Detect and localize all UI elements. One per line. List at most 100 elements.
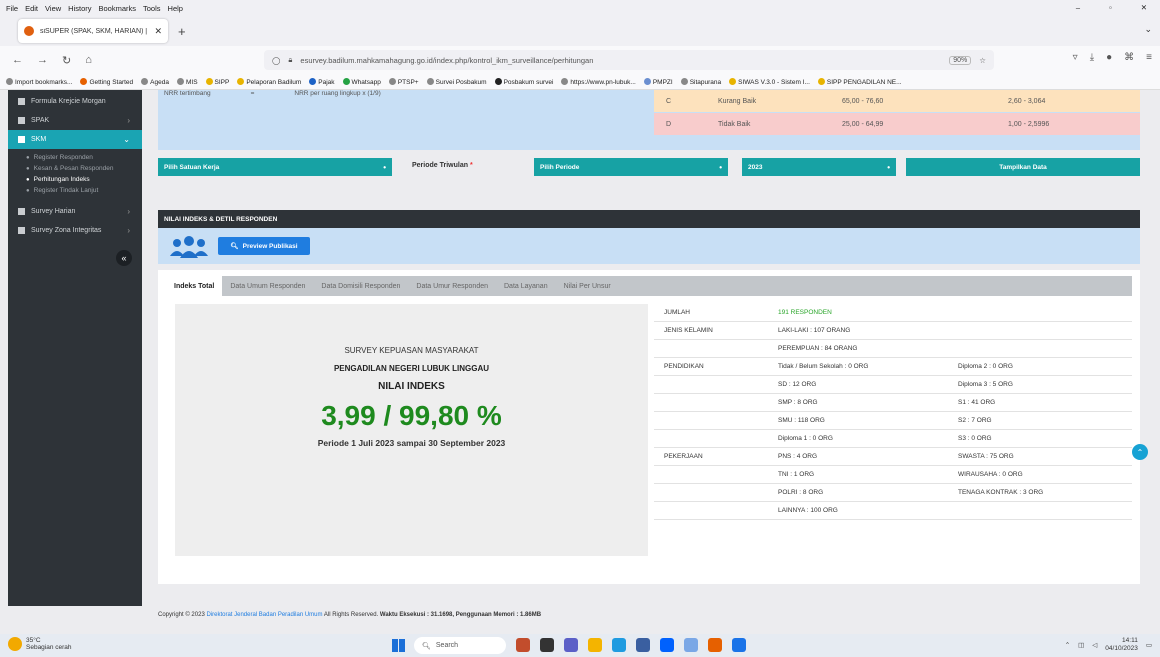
- tab-nilai-per-unsur[interactable]: Nilai Per Unsur: [556, 276, 619, 296]
- bookmark-item[interactable]: https://www.pn-lubuk...: [561, 77, 636, 86]
- tray-chevron-icon[interactable]: ⌃: [1065, 641, 1070, 649]
- folder-icon[interactable]: [588, 638, 602, 652]
- menu-file[interactable]: File: [6, 4, 18, 13]
- sidebar-item-spak[interactable]: SPAK ›: [8, 111, 142, 130]
- browser-menubar: File Edit View History Bookmarks Tools H…: [0, 0, 1160, 16]
- store-icon[interactable]: [636, 638, 650, 652]
- select-arrow-icon: •: [887, 162, 890, 172]
- lock-icon[interactable]: 🔒︎: [288, 55, 292, 65]
- sidebar-subitem-kesan-pesan[interactable]: ● Kesan & Pesan Responden: [8, 163, 142, 174]
- bookmark-item[interactable]: Pelaporan Badilum: [237, 77, 301, 86]
- dropbox-icon[interactable]: [660, 638, 674, 652]
- app-icon[interactable]: [516, 638, 530, 652]
- app-icon[interactable]: [732, 638, 746, 652]
- firefox-icon[interactable]: [708, 638, 722, 652]
- home-icon[interactable]: ⌂: [85, 54, 92, 67]
- close-icon[interactable]: ✕: [1141, 3, 1147, 12]
- maximize-icon[interactable]: ▫: [1109, 3, 1112, 12]
- bookmark-item[interactable]: Survei Posbakum: [426, 77, 487, 86]
- menu-view[interactable]: View: [45, 4, 61, 13]
- bookmark-item[interactable]: SIPP: [205, 77, 229, 86]
- browser-tab[interactable]: siSUPER (SPAK, SKM, HARIAN) | Dire ✕: [18, 19, 168, 43]
- bookmark-item[interactable]: PMPZI: [643, 77, 673, 86]
- minimize-icon[interactable]: –: [1076, 3, 1080, 12]
- tab-data-layanan[interactable]: Data Layanan: [496, 276, 556, 296]
- satker-select[interactable]: Pilih Satuan Kerja •: [158, 158, 392, 176]
- notification-icon[interactable]: ▭: [1146, 641, 1152, 649]
- windows-start-icon[interactable]: [392, 639, 405, 652]
- tab-data-domisili[interactable]: Data Domisili Responden: [313, 276, 408, 296]
- tab-close-icon[interactable]: ✕: [154, 26, 162, 37]
- periode-label: Periode Triwulan *: [412, 162, 473, 169]
- bookmark-item[interactable]: Posbakum survei: [494, 77, 553, 86]
- back-icon[interactable]: ←: [12, 54, 23, 67]
- tab-indeks-total[interactable]: Indeks Total: [166, 276, 223, 296]
- search-icon: 🔍︎: [422, 642, 431, 650]
- app-icon[interactable]: [564, 638, 578, 652]
- chevron-right-icon: ›: [127, 116, 130, 125]
- clock[interactable]: 14:11 04/10/2023: [1105, 637, 1138, 653]
- menu-edit[interactable]: Edit: [25, 4, 38, 13]
- sidebar-subitem-register-tindak-lanjut[interactable]: ● Register Tindak Lanjut: [8, 185, 142, 196]
- tab-data-umum[interactable]: Data Umum Responden: [222, 276, 313, 296]
- reload-icon[interactable]: ↻: [62, 54, 71, 67]
- volume-icon[interactable]: ◁: [1092, 641, 1097, 649]
- bookmark-item[interactable]: Sitapurana: [680, 77, 721, 86]
- index-summary: SURVEY KEPUASAN MASYARAKAT PENGADILAN NE…: [175, 304, 648, 556]
- network-icon[interactable]: ◫: [1078, 641, 1084, 649]
- edge-icon[interactable]: [612, 638, 626, 652]
- sidebar-item-survey-zona[interactable]: Survey Zona Integritas ›: [8, 221, 142, 240]
- bookmark-item[interactable]: Getting Started: [80, 77, 133, 86]
- court-name: PENGADILAN NEGERI LUBUK LINGGAU: [333, 364, 490, 373]
- preview-publikasi-button[interactable]: 🔍︎ Preview Publikasi: [218, 237, 310, 255]
- taskbar: 35°C Sebagian cerah 🔍︎ Search ⌃ ◫ ◁ 14:11 0…: [0, 634, 1160, 657]
- calculator-icon: [18, 98, 25, 105]
- bookmark-item[interactable]: MIS: [176, 77, 198, 86]
- menu-icon[interactable]: ≡: [1146, 52, 1152, 63]
- weather-widget[interactable]: 35°C Sebagian cerah: [8, 637, 72, 652]
- app-icon[interactable]: [684, 638, 698, 652]
- stats-cell: Diploma 2 : 0 ORG: [958, 363, 1013, 370]
- browser-toolbar: ← → ↻ ⌂ ◯ 🔒︎ esurvey.badilum.mahkamahagu…: [0, 46, 1160, 74]
- bookmark-star-icon[interactable]: ☆: [979, 56, 986, 65]
- scroll-to-top-icon[interactable]: ⌃: [1132, 444, 1148, 460]
- zoom-level[interactable]: 90%: [949, 55, 972, 65]
- bookmark-item[interactable]: Pajak: [309, 77, 335, 86]
- footer-link[interactable]: Direktorat Jenderal Badan Peradilan Umum: [206, 612, 322, 618]
- bookmark-item[interactable]: SIPP PENGADILAN NE...: [817, 77, 902, 86]
- taskbar-search[interactable]: 🔍︎ Search: [414, 637, 506, 654]
- shield-icon[interactable]: ◯: [272, 56, 280, 65]
- pocket-icon[interactable]: ▿: [1073, 52, 1078, 63]
- new-tab-icon[interactable]: +: [178, 24, 186, 39]
- sidebar-subitem-perhitungan-indeks[interactable]: ● Perhitungan Indeks: [8, 174, 142, 185]
- url-bar[interactable]: ◯ 🔒︎ esurvey.badilum.mahkamahagung.go.id…: [264, 50, 994, 70]
- bookmark-item[interactable]: SIWAS V.3.0 - Sistem I...: [729, 77, 810, 86]
- list-tabs-icon[interactable]: ⌄: [1144, 24, 1152, 35]
- survey-title: SURVEY KEPUASAN MASYARAKAT: [344, 346, 479, 355]
- menu-tools[interactable]: Tools: [143, 4, 161, 13]
- bookmark-item[interactable]: Ageda: [141, 77, 169, 86]
- tampilkan-data-button[interactable]: Tampilkan Data: [906, 158, 1140, 176]
- sidebar-item-skm[interactable]: SKM ⌄: [8, 130, 142, 149]
- sidebar-item-survey-harian[interactable]: Survey Harian ›: [8, 202, 142, 221]
- account-icon[interactable]: ●: [1106, 52, 1112, 63]
- sidebar-item-formula[interactable]: Formula Krejcie Morgan: [8, 92, 142, 111]
- menu-bookmarks[interactable]: Bookmarks: [99, 4, 137, 13]
- bookmarks-bar: Import bookmarks... Getting Started Aged…: [0, 74, 1160, 90]
- sidebar-subitem-register-responden[interactable]: ● Register Responden: [8, 152, 142, 163]
- stats-row: PENDIDIKAN Tidak / Belum Sekolah : 0 ORG D…: [654, 358, 1132, 376]
- app-icon[interactable]: [540, 638, 554, 652]
- bookmark-item[interactable]: Whatsapp: [342, 77, 381, 86]
- tab-data-umur[interactable]: Data Umur Responden: [408, 276, 496, 296]
- extensions-icon[interactable]: ⌘: [1124, 52, 1134, 63]
- menu-help[interactable]: Help: [168, 4, 183, 13]
- periode-select[interactable]: Pilih Periode •: [534, 158, 728, 176]
- download-icon[interactable]: ⤓: [1090, 52, 1094, 63]
- stats-cell: JENIS KELAMIN: [664, 327, 713, 334]
- bookmark-item[interactable]: PTSP+: [388, 77, 419, 86]
- tahun-select[interactable]: 2023 •: [742, 158, 896, 176]
- menu-history[interactable]: History: [68, 4, 91, 13]
- forward-icon[interactable]: →: [37, 54, 48, 67]
- bookmark-item[interactable]: Import bookmarks...: [6, 77, 72, 86]
- collapse-sidebar-icon[interactable]: «: [116, 250, 132, 266]
